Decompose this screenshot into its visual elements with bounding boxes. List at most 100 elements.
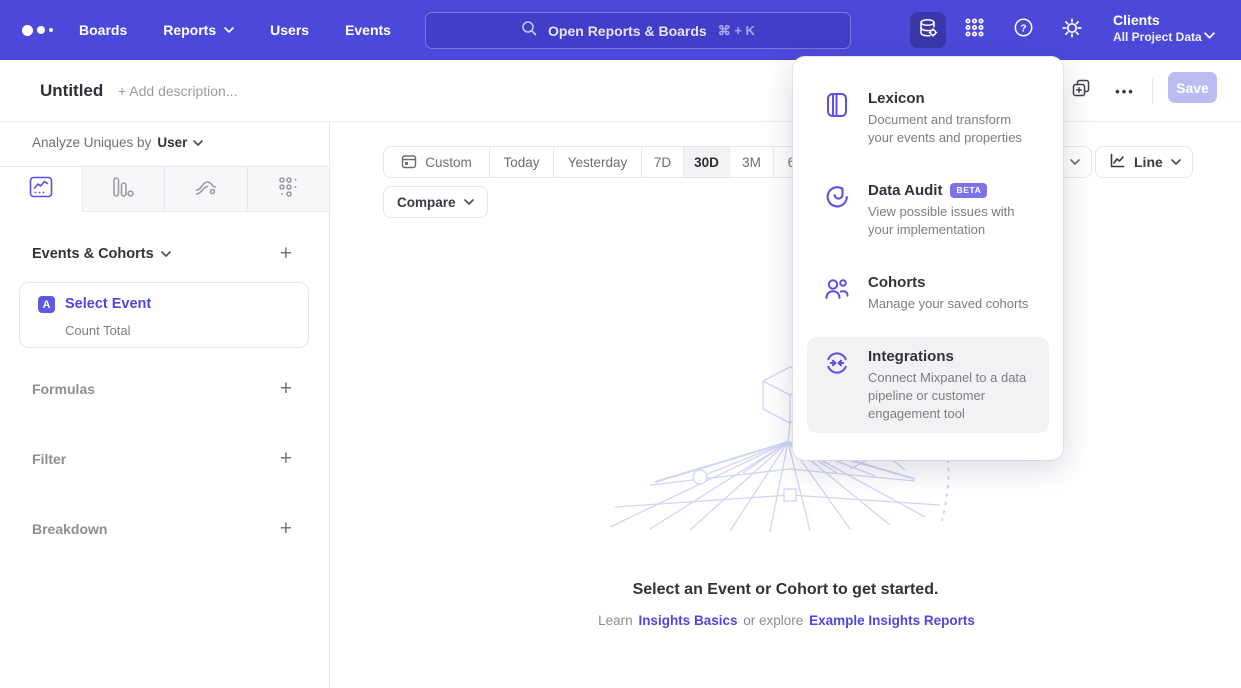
integrations-sync-icon bbox=[823, 347, 853, 423]
data-management-button[interactable] bbox=[910, 12, 946, 48]
mixpanel-logo[interactable] bbox=[22, 25, 53, 36]
range-3m[interactable]: 3M bbox=[730, 147, 774, 177]
nav-users[interactable]: Users bbox=[270, 22, 309, 38]
insights-basics-link[interactable]: Insights Basics bbox=[638, 613, 737, 628]
report-title: Untitled bbox=[40, 81, 103, 101]
duplicate-button[interactable] bbox=[1069, 79, 1093, 103]
date-range-control: Custom Today Yesterday 7D 30D 3M 6M bbox=[383, 146, 821, 178]
save-button[interactable]: Save bbox=[1168, 72, 1217, 103]
add-description-field[interactable]: + Add description... bbox=[118, 83, 237, 99]
chevron-down-icon bbox=[193, 140, 203, 146]
filter-row: Filter + bbox=[32, 450, 292, 468]
menu-item-description: Manage your saved cohorts bbox=[868, 295, 1028, 313]
svg-text:?: ? bbox=[1020, 22, 1026, 34]
range-7d[interactable]: 7D bbox=[642, 147, 684, 177]
analyze-by-row: Analyze Uniques by User bbox=[32, 135, 203, 150]
empty-state-title: Select an Event or Cohort to get started… bbox=[330, 581, 1241, 599]
range-custom[interactable]: Custom bbox=[384, 147, 490, 177]
analyze-value-dropdown[interactable]: User bbox=[157, 135, 203, 150]
events-cohorts-header: Events & Cohorts + bbox=[32, 245, 292, 263]
chevron-down-icon bbox=[1204, 26, 1215, 44]
formulas-row: Formulas + bbox=[32, 380, 292, 398]
chart-style-dropdown[interactable]: Line bbox=[1095, 146, 1193, 178]
question-mark-icon: ? bbox=[1013, 17, 1034, 43]
project-switcher[interactable]: Clients All Project Data bbox=[1113, 11, 1202, 45]
mixpanel-insights-app: Boards Reports Users Events Open Reports… bbox=[0, 0, 1241, 688]
flow-icon bbox=[194, 175, 218, 204]
chevron-down-icon bbox=[1070, 159, 1080, 165]
apps-grid-button[interactable] bbox=[956, 12, 992, 48]
help-button[interactable]: ? bbox=[1005, 12, 1041, 48]
report-canvas: Custom Today Yesterday 7D 30D 3M 6M Comp… bbox=[330, 122, 1241, 688]
events-cohorts-toggle[interactable]: Events & Cohorts bbox=[32, 246, 171, 262]
search-placeholder: Open Reports & Boards bbox=[548, 23, 707, 39]
add-filter-button[interactable]: + bbox=[280, 450, 292, 468]
menu-item-lexicon[interactable]: Lexicon Document and transform your even… bbox=[807, 79, 1049, 157]
menu-item-title: Cohorts bbox=[868, 273, 926, 292]
analyze-label: Analyze Uniques by bbox=[32, 135, 151, 150]
search-icon bbox=[521, 20, 537, 41]
breakdown-row: Breakdown + bbox=[32, 520, 292, 538]
org-name: Clients bbox=[1113, 11, 1202, 29]
menu-item-title: Data Audit bbox=[868, 181, 942, 200]
range-today[interactable]: Today bbox=[490, 147, 554, 177]
add-breakdown-button[interactable]: + bbox=[280, 520, 292, 538]
query-builder-sidebar: Analyze Uniques by User Events & Cohorts bbox=[0, 122, 330, 688]
menu-item-description: Document and transform your events and p… bbox=[868, 111, 1035, 147]
cohorts-people-icon bbox=[823, 273, 853, 313]
bar-chart-icon bbox=[111, 175, 135, 204]
data-audit-spiral-icon bbox=[823, 181, 853, 239]
add-event-button[interactable]: + bbox=[280, 245, 292, 263]
tab-bar-chart[interactable] bbox=[83, 166, 166, 212]
chevron-down-icon bbox=[464, 199, 474, 205]
count-total-label: Count Total bbox=[65, 323, 131, 338]
compare-dropdown[interactable]: Compare bbox=[383, 186, 488, 218]
add-formula-button[interactable]: + bbox=[280, 380, 292, 398]
top-navbar: Boards Reports Users Events Open Reports… bbox=[0, 0, 1241, 60]
project-name: All Project Data bbox=[1113, 29, 1202, 45]
ellipsis-icon: ••• bbox=[1115, 84, 1135, 99]
database-gear-icon bbox=[917, 17, 939, 44]
settings-button[interactable] bbox=[1054, 12, 1090, 48]
menu-item-description: Connect Mixpanel to a data pipeline or c… bbox=[868, 369, 1035, 423]
menu-item-title: Lexicon bbox=[868, 89, 925, 108]
menu-item-description: View possible issues with your implement… bbox=[868, 203, 1035, 239]
or-explore-text: or explore bbox=[743, 613, 803, 628]
beta-badge: BETA bbox=[950, 183, 987, 198]
header-divider bbox=[1152, 78, 1153, 104]
learn-prefix: Learn bbox=[598, 613, 633, 628]
menu-item-integrations[interactable]: Integrations Connect Mixpanel to a data … bbox=[807, 337, 1049, 433]
global-search-bar[interactable]: Open Reports & Boards ⌘ + K bbox=[425, 12, 851, 49]
empty-state-subtitle: Learn Insights Basics or explore Example… bbox=[330, 613, 1241, 628]
calendar-icon bbox=[401, 153, 417, 172]
lexicon-book-icon bbox=[823, 89, 853, 147]
tab-metrics-grid[interactable] bbox=[248, 166, 330, 212]
line-chart-icon bbox=[1109, 152, 1126, 172]
nav-events[interactable]: Events bbox=[345, 22, 391, 38]
grid-dots-icon bbox=[964, 17, 985, 43]
chart-type-tabs bbox=[0, 166, 329, 212]
more-options-button[interactable]: ••• bbox=[1113, 79, 1137, 103]
chevron-down-icon bbox=[161, 251, 171, 257]
copy-plus-icon bbox=[1071, 78, 1092, 104]
menu-item-title: Integrations bbox=[868, 347, 954, 366]
menu-item-data-audit[interactable]: Data Audit BETA View possible issues wit… bbox=[807, 171, 1049, 249]
tab-flow-chart[interactable] bbox=[165, 166, 248, 212]
example-reports-link[interactable]: Example Insights Reports bbox=[809, 613, 975, 628]
select-event-label: Select Event bbox=[65, 296, 151, 312]
range-yesterday[interactable]: Yesterday bbox=[554, 147, 642, 177]
gear-icon bbox=[1061, 17, 1083, 44]
metrics-grid-icon bbox=[276, 175, 300, 204]
event-letter-badge: A bbox=[38, 296, 55, 313]
nav-boards[interactable]: Boards bbox=[79, 22, 127, 38]
line-chart-icon bbox=[29, 176, 53, 203]
chevron-down-icon bbox=[224, 27, 234, 33]
search-shortcut: ⌘ + K bbox=[718, 23, 755, 39]
chevron-down-icon bbox=[1171, 159, 1181, 165]
menu-item-cohorts[interactable]: Cohorts Manage your saved cohorts bbox=[807, 263, 1049, 323]
nav-reports[interactable]: Reports bbox=[163, 22, 234, 38]
data-management-menu: Lexicon Document and transform your even… bbox=[793, 57, 1063, 460]
range-30d[interactable]: 30D bbox=[684, 147, 730, 177]
tab-line-chart[interactable] bbox=[0, 166, 83, 212]
select-event-card[interactable]: A Select Event Count Total bbox=[19, 282, 309, 348]
